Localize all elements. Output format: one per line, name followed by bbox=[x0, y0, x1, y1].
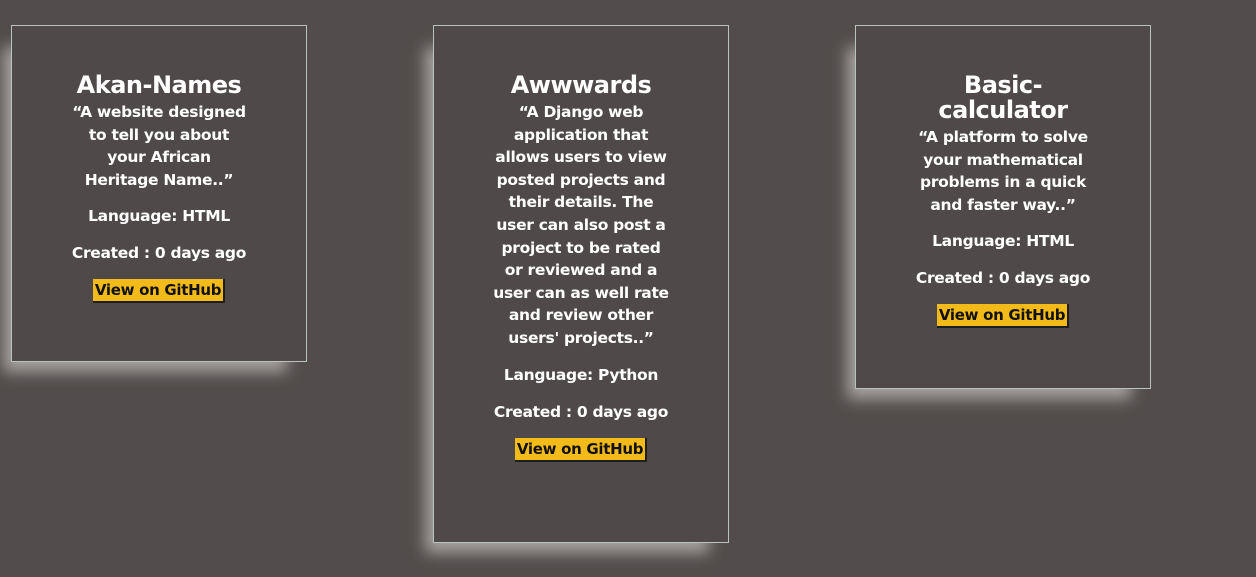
repo-card-akan-names: Akan-Names “A website designed to tell y… bbox=[11, 25, 307, 362]
repo-title: Basic-calculator bbox=[938, 71, 1068, 124]
repo-description: “A Django web application that allows us… bbox=[493, 103, 669, 347]
repo-description: “A platform to solve your mathematical p… bbox=[918, 128, 1088, 214]
repo-card-basic-calculator: Basic-calculator “A platform to solve yo… bbox=[855, 25, 1151, 389]
repo-card-awwwards: Awwwards “A Django web application that … bbox=[433, 25, 729, 543]
repo-language: Language: HTML bbox=[88, 207, 230, 226]
repo-created: Created : 0 days ago bbox=[71, 244, 247, 263]
repo-created: Created : 0 days ago bbox=[915, 269, 1091, 288]
view-on-github-button[interactable]: View on GitHub bbox=[514, 437, 648, 462]
repo-title: Akan-Names bbox=[76, 71, 242, 99]
repo-language: Language: HTML bbox=[932, 232, 1074, 251]
repo-description: “A website designed to tell you about yo… bbox=[72, 103, 246, 189]
repo-created: Created : 0 days ago bbox=[493, 402, 669, 421]
view-on-github-button[interactable]: View on GitHub bbox=[936, 304, 1070, 329]
view-on-github-button[interactable]: View on GitHub bbox=[92, 279, 226, 304]
repo-language: Language: Python bbox=[503, 365, 659, 384]
repo-title: Awwwards bbox=[510, 71, 652, 99]
